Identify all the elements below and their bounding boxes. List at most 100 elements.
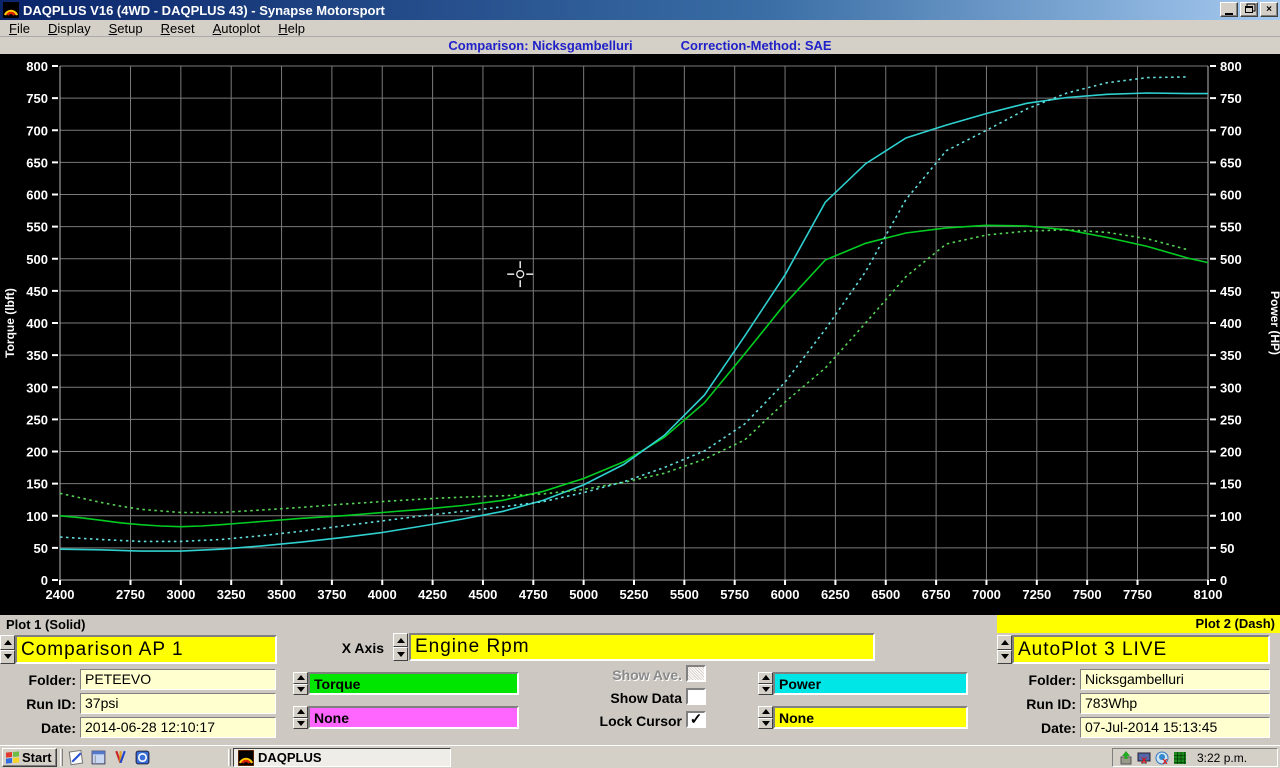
x-axis-spinner[interactable] (393, 633, 408, 661)
svg-text:7750: 7750 (1123, 587, 1152, 602)
svg-text:4250: 4250 (418, 587, 447, 602)
svg-text:250: 250 (1220, 412, 1242, 427)
plot1-selector-spinner[interactable] (0, 635, 15, 664)
svg-text:250: 250 (26, 412, 48, 427)
spin-down-icon[interactable] (997, 650, 1012, 665)
quicklaunch-window-icon[interactable] (90, 749, 107, 766)
svg-text:Torque (lbft): Torque (lbft) (3, 288, 17, 358)
plot2-channel2-field[interactable]: None (773, 706, 968, 729)
quicklaunch-pens-icon[interactable] (112, 749, 129, 766)
svg-text:700: 700 (26, 123, 48, 138)
plot2-folder-field[interactable]: Nicksgambelluri (1080, 669, 1270, 690)
lock-cursor-label: Lock Cursor (554, 713, 682, 729)
svg-text:6750: 6750 (922, 587, 951, 602)
svg-text:400: 400 (1220, 316, 1242, 331)
spin-up-icon[interactable] (997, 635, 1012, 650)
spin-up-icon[interactable] (758, 672, 773, 684)
menu-setup[interactable]: Setup (100, 20, 152, 37)
plot2-date-field[interactable]: 07-Jul-2014 15:13:45 (1080, 717, 1270, 738)
svg-text:150: 150 (26, 477, 48, 492)
svg-text:450: 450 (1220, 284, 1242, 299)
menu-autoplot[interactable]: Autoplot (204, 20, 270, 37)
spin-down-icon[interactable] (293, 718, 308, 730)
svg-text:3500: 3500 (267, 587, 296, 602)
spin-up-icon[interactable] (0, 635, 15, 650)
plot1-date-label: Date: (0, 720, 76, 736)
restore-icon (1245, 6, 1253, 13)
svg-text:650: 650 (1220, 155, 1242, 170)
svg-text:x: x (1141, 755, 1147, 765)
title-bar[interactable]: DAQPLUS V16 (4WD - DAQPLUS 43) - Synapse… (0, 0, 1280, 20)
plot2-channel1-field[interactable]: Power (773, 672, 968, 695)
plot1-folder-label: Folder: (0, 672, 76, 688)
menu-reset[interactable]: Reset (152, 20, 204, 37)
restore-button[interactable] (1240, 2, 1258, 17)
svg-text:750: 750 (1220, 91, 1242, 106)
plot1-channel1-field[interactable]: Torque (308, 672, 519, 695)
spin-down-icon[interactable] (293, 684, 308, 696)
plot1-channel2-spinner[interactable] (293, 706, 308, 729)
plot1-date-field[interactable]: 2014-06-28 12:10:17 (80, 717, 276, 738)
plot2-selector-field[interactable]: AutoPlot 3 LIVE (1012, 635, 1270, 664)
plot2-runid-label: Run ID: (997, 696, 1076, 712)
dyno-chart-area[interactable]: 0050501001001501502002002502503003003503… (0, 54, 1280, 615)
plot2-folder-label: Folder: (997, 672, 1076, 688)
spin-up-icon[interactable] (293, 672, 308, 684)
svg-text:350: 350 (26, 348, 48, 363)
svg-text:200: 200 (1220, 445, 1242, 460)
menu-help[interactable]: Help (269, 20, 314, 37)
close-icon: × (1266, 5, 1272, 15)
menu-file[interactable]: File (0, 20, 39, 37)
svg-text:550: 550 (1220, 220, 1242, 235)
show-data-checkbox[interactable] (686, 688, 706, 705)
menu-display[interactable]: Display (39, 20, 100, 37)
svg-text:6250: 6250 (821, 587, 850, 602)
taskbar-divider (60, 749, 63, 766)
quicklaunch-document-pen-icon[interactable] (68, 749, 85, 766)
svg-text:2750: 2750 (116, 587, 145, 602)
taskbar-clock: 3:22 p.m. (1197, 751, 1247, 765)
plot1-runid-field[interactable]: 37psi (80, 693, 276, 714)
tray-display-error-icon[interactable]: x (1137, 751, 1151, 765)
svg-text:6000: 6000 (771, 587, 800, 602)
spin-up-icon[interactable] (293, 706, 308, 718)
svg-text:8100: 8100 (1194, 587, 1223, 602)
plot1-selector-field[interactable]: Comparison AP 1 (15, 635, 277, 664)
spin-down-icon[interactable] (393, 647, 408, 661)
close-button[interactable]: × (1260, 2, 1278, 17)
svg-text:350: 350 (1220, 348, 1242, 363)
svg-text:5250: 5250 (620, 587, 649, 602)
taskbar-button-daqplus[interactable]: DAQPLUS (233, 748, 451, 767)
plot2-date-label: Date: (997, 720, 1076, 736)
daqplus-window: DAQPLUS V16 (4WD - DAQPLUS 43) - Synapse… (0, 0, 1280, 768)
plot2-selector-spinner[interactable] (997, 635, 1012, 664)
lock-cursor-checkbox[interactable] (686, 711, 706, 728)
svg-text:500: 500 (1220, 252, 1242, 267)
spin-up-icon[interactable] (758, 706, 773, 718)
spin-down-icon[interactable] (0, 650, 15, 665)
plot1-channel1-spinner[interactable] (293, 672, 308, 695)
show-data-label: Show Data (554, 690, 682, 706)
plot1-title: Plot 1 (Solid) (6, 617, 85, 632)
quicklaunch-blue-app-icon[interactable] (134, 749, 151, 766)
spin-up-icon[interactable] (393, 633, 408, 647)
svg-text:600: 600 (1220, 188, 1242, 203)
plot1-channel2-field[interactable]: None (308, 706, 519, 729)
dyno-chart[interactable]: 0050501001001501502002002502503003003503… (0, 54, 1280, 615)
start-button[interactable]: Start (2, 748, 57, 767)
svg-text:7250: 7250 (1022, 587, 1051, 602)
plot2-channel2-spinner[interactable] (758, 706, 773, 729)
x-axis-field[interactable]: Engine Rpm (409, 633, 875, 661)
plot1-folder-field[interactable]: PETEEVO (80, 669, 276, 690)
plot2-channel1-spinner[interactable] (758, 672, 773, 695)
minimize-button[interactable] (1220, 2, 1238, 17)
tray-update-icon[interactable] (1119, 751, 1133, 765)
plot2-runid-field[interactable]: 783Whp (1080, 693, 1270, 714)
tray-network-error-icon[interactable]: x (1155, 751, 1169, 765)
spin-down-icon[interactable] (758, 718, 773, 730)
svg-text:5000: 5000 (569, 587, 598, 602)
svg-text:500: 500 (26, 252, 48, 267)
svg-text:400: 400 (26, 316, 48, 331)
tray-activity-grid-icon[interactable] (1173, 751, 1187, 765)
spin-down-icon[interactable] (758, 684, 773, 696)
